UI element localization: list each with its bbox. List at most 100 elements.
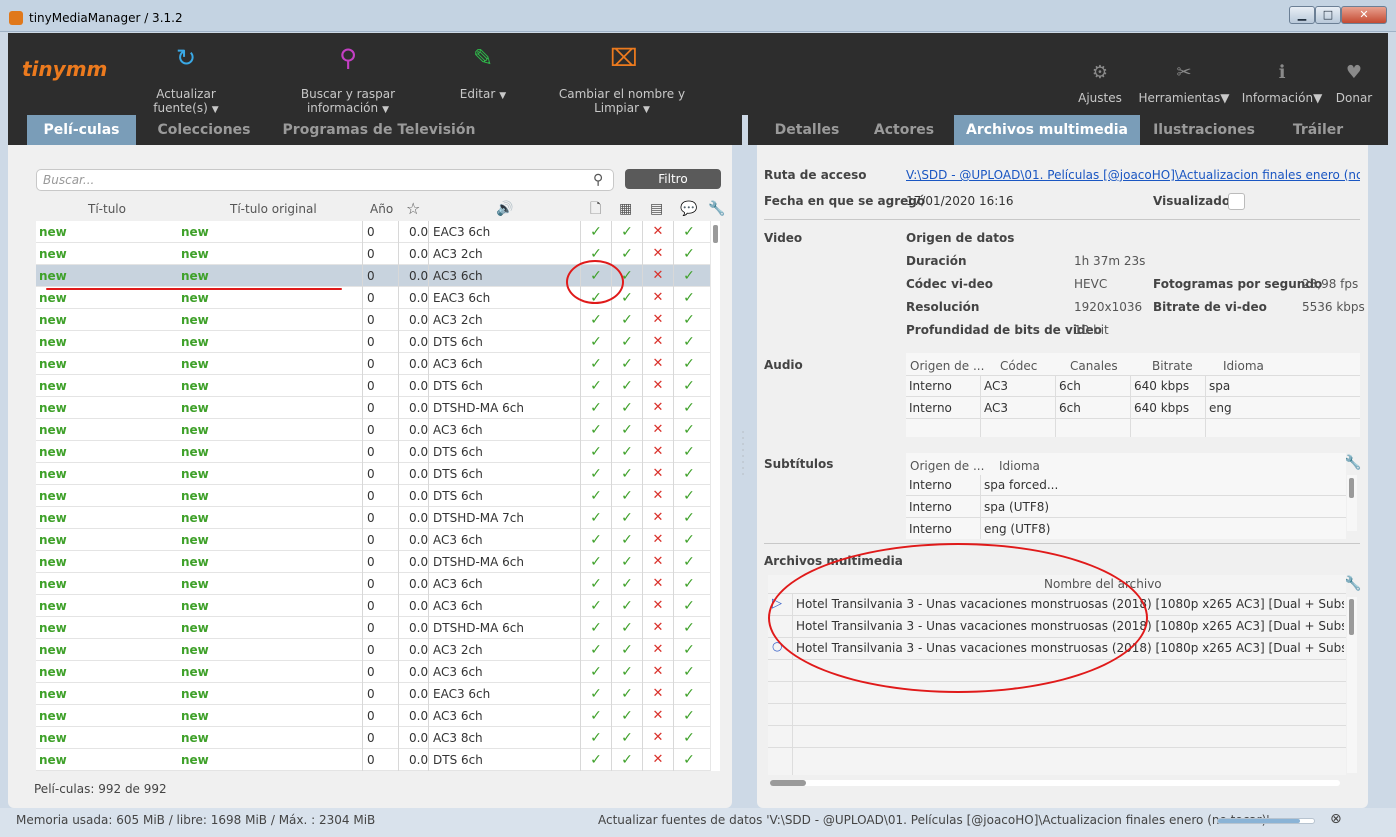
tab-actors[interactable]: Actores <box>862 115 946 145</box>
cell-year: 0 <box>362 595 398 617</box>
media-file-name[interactable]: Hotel Transilvania 3 - Unas vacaciones m… <box>796 619 1344 633</box>
images-check-icon: ✓ <box>611 375 642 397</box>
wrench-icon[interactable]: 🔧 <box>1344 455 1361 471</box>
col-title[interactable]: Tí-tulo <box>88 197 126 221</box>
cell-title: new <box>39 423 67 437</box>
audio-col-source[interactable]: Origen de ... <box>910 359 984 373</box>
table-row[interactable]: new new 0 0.0 EAC3 6ch ✓ ✓ ✕ ✓ <box>36 287 710 309</box>
filter-button[interactable]: Filtro <box>625 169 721 189</box>
table-row[interactable]: new new 0 0.0 DTS 6ch ✓ ✓ ✕ ✓ <box>36 749 710 771</box>
trailer-icon[interactable]: ▤ <box>650 197 663 221</box>
grid-line <box>768 615 1346 616</box>
col-original-title[interactable]: Tí-tulo original <box>230 197 317 221</box>
watched-checkbox[interactable] <box>1228 193 1245 210</box>
tools-button[interactable]: ✂ Herramientas▼ <box>1132 62 1236 106</box>
table-row[interactable]: new new 0 0.0 EAC3 6ch ✓ ✓ ✕ ✓ <box>36 683 710 705</box>
maximize-button[interactable]: □ <box>1315 6 1341 24</box>
tab-movies[interactable]: Pelí-culas <box>27 115 136 154</box>
cell-title: new <box>39 709 67 723</box>
table-row[interactable]: new new 0 0.0 DTSHD-MA 6ch ✓ ✓ ✕ ✓ <box>36 397 710 419</box>
table-row[interactable]: new new 0 0.0 AC3 2ch ✓ ✓ ✕ ✓ <box>36 243 710 265</box>
info-button[interactable]: ℹ Información▼ <box>1236 63 1328 106</box>
tab-media-files[interactable]: Archivos multimedia <box>954 115 1140 154</box>
close-button[interactable]: ✕ <box>1341 6 1387 24</box>
subtitles-check-icon: ✓ <box>673 639 704 661</box>
subs-col-source[interactable]: Origen de ... <box>910 459 984 473</box>
audio-col-codec[interactable]: Códec <box>1000 359 1037 373</box>
pencil-icon: ✎ <box>472 44 494 72</box>
media-file-name[interactable]: Hotel Transilvania 3 - Unas vacaciones m… <box>796 597 1344 611</box>
images-icon[interactable]: ▦ <box>619 197 632 221</box>
table-row[interactable]: new new 0 0.0 AC3 2ch ✓ ✓ ✕ ✓ <box>36 309 710 331</box>
table-row[interactable]: new new 0 0.0 DTS 6ch ✓ ✓ ✕ ✓ <box>36 485 710 507</box>
files-col-filename[interactable]: Nombre del archivo <box>1044 577 1162 591</box>
table-row[interactable]: new new 0 0.0 DTS 6ch ✓ ✓ ✕ ✓ <box>36 441 710 463</box>
nfo-check-icon: ✓ <box>580 353 611 375</box>
table-row[interactable]: new new 0 0.0 AC3 8ch ✓ ✓ ✕ ✓ <box>36 727 710 749</box>
table-row[interactable]: new new 0 0.0 AC3 6ch ✓ ✓ ✕ ✓ <box>36 265 710 287</box>
donate-button[interactable]: ♥ Donar <box>1334 63 1374 106</box>
rename-clean-button[interactable]: ⌧ Cambiar el nombre y Limpiar ▼ <box>532 43 712 115</box>
scroll-thumb[interactable] <box>1349 599 1354 635</box>
tab-collections[interactable]: Colecciones <box>146 115 262 145</box>
search-scrape-button[interactable]: ⚲ Buscar y raspar información ▼ <box>262 43 434 115</box>
table-row[interactable]: new new 0 0.0 DTSHD-MA 6ch ✓ ✓ ✕ ✓ <box>36 617 710 639</box>
search-input[interactable]: Buscar... <box>36 169 614 191</box>
media-file-name[interactable]: Hotel Transilvania 3 - Unas vacaciones m… <box>796 641 1344 655</box>
table-row[interactable]: new new 0 0.0 DTS 6ch ✓ ✓ ✕ ✓ <box>36 375 710 397</box>
cell-original-title: new <box>181 225 209 239</box>
col-year[interactable]: Año <box>370 197 393 221</box>
tab-artwork[interactable]: Ilustraciones <box>1144 115 1264 145</box>
scroll-thumb[interactable] <box>770 780 806 786</box>
cancel-task-icon[interactable]: ⊗ <box>1330 811 1342 827</box>
update-sources-button[interactable]: ↻ Actualizar fuente(s) ▼ <box>124 43 248 115</box>
movie-table[interactable]: new new 0 0.0 EAC3 6ch ✓ ✓ ✕ ✓ new new 0 0.0 AC3 2ch ✓… <box>36 221 710 771</box>
table-row[interactable]: new new 0 0.0 AC3 6ch ✓ ✓ ✕ ✓ <box>36 353 710 375</box>
table-row[interactable]: new new 0 0.0 DTS 6ch ✓ ✓ ✕ ✓ <box>36 331 710 353</box>
subs-col-language[interactable]: Idioma <box>999 459 1040 473</box>
table-row[interactable]: new new 0 0.0 AC3 2ch ✓ ✓ ✕ ✓ <box>36 639 710 661</box>
table-row[interactable]: new new 0 0.0 AC3 6ch ✓ ✓ ✕ ✓ <box>36 419 710 441</box>
subtitles-icon[interactable]: 💬 <box>680 197 697 221</box>
table-row[interactable]: new new 0 0.0 AC3 6ch ✓ ✓ ✕ ✓ <box>36 573 710 595</box>
images-check-icon: ✓ <box>611 485 642 507</box>
scroll-thumb[interactable] <box>1349 478 1354 498</box>
minimize-button[interactable]: ▁ <box>1289 6 1315 24</box>
scroll-thumb[interactable] <box>713 225 718 243</box>
table-row[interactable]: new new 0 0.0 AC3 6ch ✓ ✓ ✕ ✓ <box>36 529 710 551</box>
audio-icon[interactable]: 🔊 <box>496 197 513 221</box>
play-icon[interactable]: ▷ <box>772 596 782 611</box>
audio-col-language[interactable]: Idioma <box>1223 359 1264 373</box>
wrench-icon[interactable]: 🔧 <box>708 197 725 221</box>
tools-icon: ✂ <box>1176 62 1192 83</box>
update-sources-label: Actualizar fuente(s) <box>153 87 216 115</box>
nfo-check-icon: ✓ <box>580 463 611 485</box>
table-row[interactable]: new new 0 0.0 DTS 6ch ✓ ✓ ✕ ✓ <box>36 463 710 485</box>
table-row[interactable]: new new 0 0.0 DTSHD-MA 7ch ✓ ✓ ✕ ✓ <box>36 507 710 529</box>
audio-col-bitrate[interactable]: Bitrate <box>1152 359 1193 373</box>
table-row[interactable]: new new 0 0.0 DTSHD-MA 6ch ✓ ✓ ✕ ✓ <box>36 551 710 573</box>
settings-button[interactable]: ⚙ Ajustes <box>1076 63 1124 106</box>
nfo-check-icon: ✓ <box>580 287 611 309</box>
edit-button[interactable]: ✎ Editar ▼ <box>456 43 510 101</box>
wrench-icon[interactable]: 🔧 <box>1344 576 1361 592</box>
cell-audio: AC3 2ch <box>428 243 580 265</box>
table-row[interactable]: new new 0 0.0 AC3 6ch ✓ ✓ ✕ ✓ <box>36 661 710 683</box>
tab-trailer[interactable]: Tráiler <box>1272 115 1364 145</box>
cell-year: 0 <box>362 265 398 287</box>
table-row[interactable]: new new 0 0.0 EAC3 6ch ✓ ✓ ✕ ✓ <box>36 221 710 243</box>
files-hscrollbar[interactable] <box>770 780 1340 786</box>
table-row[interactable]: new new 0 0.0 AC3 6ch ✓ ✓ ✕ ✓ <box>36 705 710 727</box>
nfo-icon[interactable]: 🗋 <box>590 197 601 221</box>
splitter-handle[interactable]: · · · · · · · · <box>741 429 745 490</box>
star-icon[interactable]: ☆ <box>406 197 420 221</box>
files-scrollbar[interactable] <box>1347 597 1357 773</box>
table-row[interactable]: new new 0 0.0 AC3 6ch ✓ ✓ ✕ ✓ <box>36 595 710 617</box>
path-link[interactable]: V:\SDD - @UPLOAD\01. Películas [@joacoHO… <box>906 168 1360 182</box>
audio-col-channels[interactable]: Canales <box>1070 359 1118 373</box>
tab-tv-shows[interactable]: Programas de Televisión <box>274 115 484 145</box>
tab-details[interactable]: Detalles <box>762 115 852 145</box>
movie-table-scrollbar[interactable] <box>710 221 720 771</box>
cell-rating: 0.0 <box>398 419 428 441</box>
subtitles-scrollbar[interactable] <box>1347 475 1357 531</box>
